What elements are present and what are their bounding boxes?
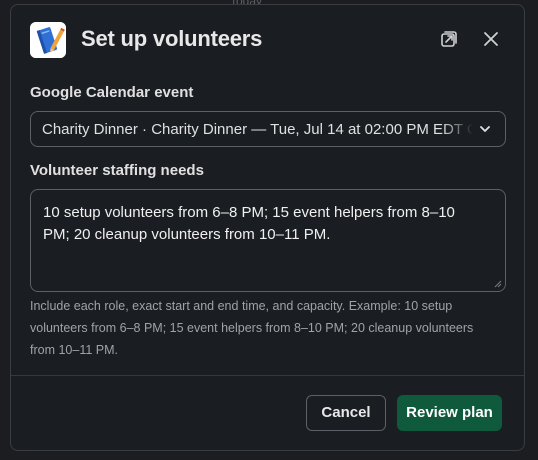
modal-header: Set up volunteers <box>11 5 524 77</box>
calendar-event-selected-value: Charity Dinner · Charity Dinner — Tue, J… <box>42 121 472 138</box>
resize-handle-icon[interactable] <box>492 278 502 288</box>
chevron-down-icon <box>480 126 490 132</box>
modal-title: Set up volunteers <box>81 26 263 51</box>
cancel-button[interactable]: Cancel <box>306 395 386 431</box>
staffing-needs-textarea[interactable]: 10 setup volunteers from 6–8 PM; 15 even… <box>30 189 506 292</box>
staffing-help-text: Include each role, exact start and end t… <box>30 299 474 357</box>
notebook-pencil-icon <box>30 22 66 58</box>
select-fade <box>441 113 477 145</box>
popout-icon[interactable] <box>437 27 461 51</box>
footer-divider <box>11 375 524 376</box>
set-up-volunteers-modal: Set up volunteers Google Calendar event … <box>10 4 525 451</box>
review-plan-button[interactable]: Review plan <box>397 395 502 431</box>
staffing-needs-label: Volunteer staffing needs <box>30 162 204 179</box>
calendar-event-select[interactable]: Charity Dinner · Charity Dinner — Tue, J… <box>30 111 506 147</box>
calendar-event-label: Google Calendar event <box>30 84 194 101</box>
close-icon[interactable] <box>479 27 503 51</box>
staffing-needs-value: 10 setup volunteers from 6–8 PM; 15 even… <box>43 204 460 243</box>
